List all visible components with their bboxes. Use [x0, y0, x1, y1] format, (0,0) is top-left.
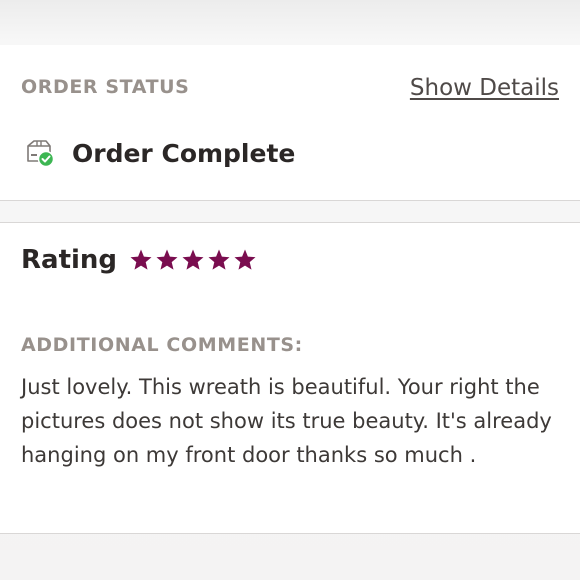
star-icon — [155, 248, 180, 272]
rating-stars — [129, 248, 259, 272]
order-status-row: Order Complete — [24, 137, 295, 169]
order-status-card: ORDER STATUS Show Details Order Complete — [0, 45, 580, 201]
show-details-link[interactable]: Show Details — [410, 75, 559, 101]
order-status-label: ORDER STATUS — [21, 76, 190, 98]
rating-card: Rating ADDITIONAL COMMENTS: Just lovely.… — [0, 222, 580, 534]
star-icon — [181, 248, 206, 272]
star-icon — [233, 248, 258, 272]
order-review-page: ORDER STATUS Show Details Order Complete — [0, 0, 580, 580]
star-icon — [207, 248, 232, 272]
comment-text: Just lovely. This wreath is beautiful. Y… — [21, 375, 552, 467]
rating-title: Rating — [21, 245, 118, 275]
rating-row: Rating — [21, 245, 259, 275]
star-icon — [129, 248, 154, 272]
additional-comments-label: ADDITIONAL COMMENTS: — [21, 334, 303, 356]
package-check-icon — [24, 137, 56, 169]
order-status-text: Order Complete — [72, 138, 296, 168]
